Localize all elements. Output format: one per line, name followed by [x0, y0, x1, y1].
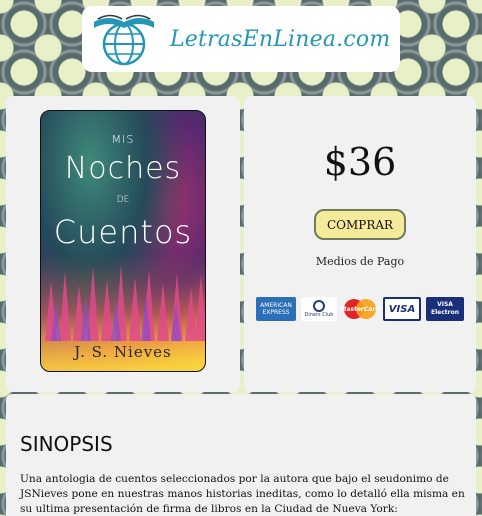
site-logo[interactable]: LetrasEnLinea.com	[82, 6, 400, 72]
book-globe-icon	[94, 14, 154, 66]
cover-title-cuentos: Cuentos	[53, 213, 193, 251]
synopsis-title: SINOPSIS	[20, 432, 113, 456]
book-cover-card: MIS Noches DE Cuentos J. S. Nieves	[6, 96, 240, 392]
cover-title-mis: MIS	[111, 133, 135, 146]
purchase-card: $36 COMPRAR Medios de Pago AMERICAN EXPRE…	[244, 96, 476, 392]
visa-electron-icon: VISA Electron	[426, 297, 464, 321]
book-cover-image: MIS Noches DE Cuentos J. S. Nieves	[40, 110, 206, 372]
cover-title-de: DE	[116, 195, 130, 205]
visa-icon: VISA	[383, 297, 421, 321]
price: $36	[323, 140, 397, 184]
buy-button[interactable]: COMPRAR	[314, 209, 406, 240]
diners-club-icon: Diners Club	[301, 297, 337, 321]
cover-title-noches: Noches	[64, 151, 182, 186]
synopsis-card: SINOPSIS Una antologia de cuentos selecc…	[6, 394, 476, 516]
payment-logos: AMERICAN EXPRESS Diners Club MasterCard V…	[256, 296, 464, 322]
cover-art-spikes	[45, 265, 205, 341]
mastercard-icon: MasterCard	[340, 297, 380, 321]
payment-methods-label: Medios de Pago	[315, 255, 405, 268]
cover-author: J. S. Nieves	[74, 343, 172, 361]
synopsis-text: Una antologia de cuentos seleccionados p…	[20, 473, 465, 515]
amex-icon: AMERICAN EXPRESS	[256, 297, 296, 321]
site-logo-text: LetrasEnLinea.com	[170, 26, 391, 52]
